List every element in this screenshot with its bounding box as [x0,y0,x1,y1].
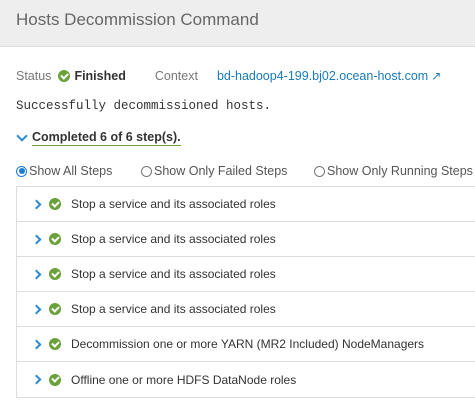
chevron-right-icon[interactable] [31,374,42,385]
step-label: Stop a service and its associated roles [71,302,276,316]
check-circle-icon [49,338,61,350]
check-circle-icon [49,198,61,210]
check-circle-icon [58,70,71,82]
context-host-link[interactable]: bd-hadoop4-199.bj02.ocean-host.com [217,69,428,83]
step-row[interactable]: Offline one or more HDFS DataNode roles [17,362,475,397]
step-row[interactable]: Stop a service and its associated roles [17,222,475,257]
check-circle-icon [49,373,61,386]
status-row: Status Finished Context bd-hadoop4-199.b… [16,69,441,83]
chevron-right-icon[interactable] [31,339,42,349]
step-label: Stop a service and its associated roles [71,197,276,211]
radio-selected[interactable] [16,165,27,177]
chevron-right-icon[interactable] [31,199,42,209]
external-link-icon[interactable]: ↗︎ [431,69,441,83]
dialog-header: Hosts Decommission Command [0,0,475,47]
dialog-title: Hosts Decommission Command [16,10,259,29]
step-row[interactable]: Decommission one or more YARN (MR2 Inclu… [17,327,475,362]
result-message: Successfully decommissioned hosts. [16,99,272,113]
chevron-right-icon[interactable] [31,304,42,314]
radio-unselected[interactable] [141,165,152,177]
context-label: Context [154,69,198,83]
filter-label: Show Only Failed Steps [154,164,288,178]
chevron-right-icon[interactable] [31,269,42,279]
filter-failed-steps[interactable]: Show Only Failed Steps [141,164,314,178]
step-label: Stop a service and its associated roles [71,232,276,246]
status-label: Status [16,69,52,83]
step-row[interactable]: Stop a service and its associated roles [17,257,475,292]
steps-summary-toggle[interactable]: Completed 6 of 6 step(s). [16,130,181,146]
chevron-down-icon [16,130,28,142]
check-circle-icon [49,303,61,315]
step-label: Offline one or more HDFS DataNode roles [71,372,297,387]
steps-list: Stop a service and its associated roles … [16,186,475,398]
step-label: Decommission one or more YARN (MR2 Inclu… [71,337,425,351]
step-filter: Show All Steps Show Only Failed Steps Sh… [16,164,473,178]
filter-running-steps[interactable]: Show Only Running Steps [314,164,473,178]
check-circle-icon [49,268,61,280]
status-value: Finished [74,69,126,83]
step-row[interactable]: Stop a service and its associated roles [17,292,475,327]
radio-unselected[interactable] [314,165,325,177]
step-label: Stop a service and its associated roles [71,267,276,281]
step-row[interactable]: Stop a service and its associated roles [17,187,475,222]
check-circle-icon [49,233,61,245]
filter-label: Show All Steps [29,164,113,178]
filter-all-steps[interactable]: Show All Steps [16,164,141,178]
chevron-right-icon[interactable] [31,234,42,244]
filter-label: Show Only Running Steps [327,164,473,178]
steps-summary: Completed 6 of 6 step(s). [32,130,181,146]
